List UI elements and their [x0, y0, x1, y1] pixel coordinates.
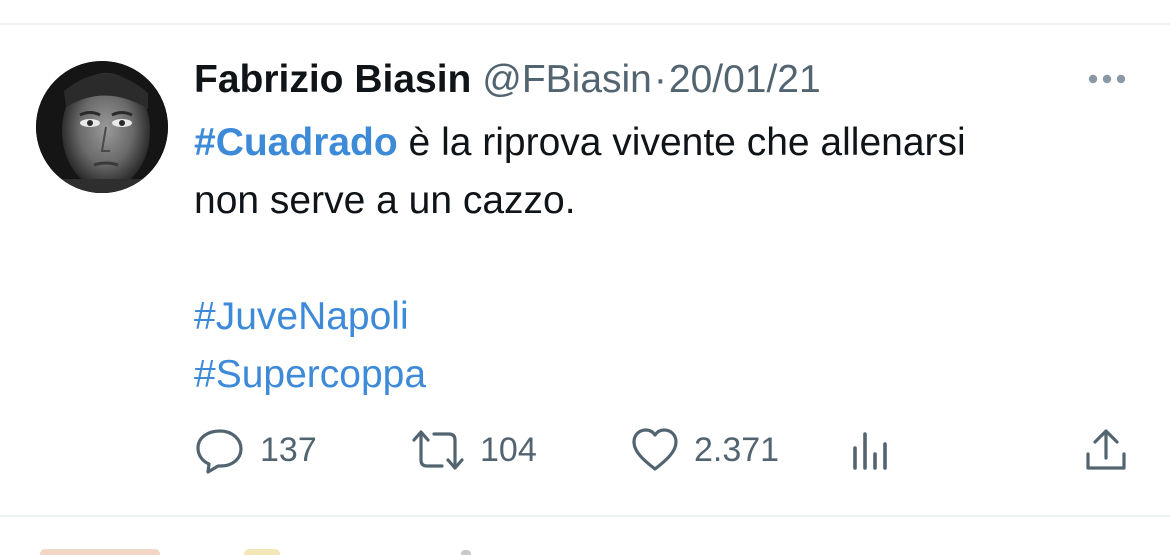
tweet-line-1-text: è la riprova vivente che allenarsi — [397, 121, 966, 164]
retweet-button[interactable]: 104 — [410, 425, 537, 475]
tweet-line-2: non serve a un cazzo. — [194, 179, 576, 222]
avatar[interactable] — [36, 61, 168, 193]
more-options-button[interactable] — [1082, 62, 1132, 96]
retweet-icon — [412, 430, 464, 470]
heart-icon — [632, 428, 678, 471]
reply-button[interactable]: 137 — [194, 425, 317, 475]
tweet-line-hashtag-juvenapoli: #JuveNapoli — [194, 288, 1124, 346]
hashtag-cuadrado[interactable]: #Cuadrado — [194, 121, 398, 164]
more-horizontal-icon — [1088, 74, 1126, 84]
avatar-image — [36, 61, 168, 193]
tweet-page: Fabrizio Biasin @FBiasin·20/01/21 #Cuadr… — [0, 0, 1170, 555]
next-tweet-peek — [40, 549, 160, 555]
next-tweet-peek-icon — [244, 549, 280, 555]
tweet-date[interactable]: 20/01/21 — [669, 58, 821, 101]
reply-icon — [196, 429, 243, 474]
tweet-text: #Cuadrado è la riprova vivente che allen… — [194, 114, 1124, 404]
bottom-divider — [0, 515, 1170, 517]
tweet-header: Fabrizio Biasin @FBiasin·20/01/21 — [194, 52, 821, 108]
tweet-line-hashtag-supercoppa: #Supercoppa — [194, 346, 1124, 404]
reply-count: 137 — [260, 430, 317, 469]
tweet-line-1: #Cuadrado è la riprova vivente che allen… — [194, 114, 1124, 172]
hashtag-supercoppa[interactable]: #Supercoppa — [194, 353, 426, 396]
author-handle[interactable]: @FBiasin — [482, 58, 652, 101]
share-button[interactable] — [1082, 425, 1130, 475]
like-button[interactable]: 2.371 — [630, 425, 779, 475]
hashtag-juvenapoli[interactable]: #JuveNapoli — [194, 295, 409, 338]
header-separator: · — [653, 58, 667, 101]
author-name[interactable]: Fabrizio Biasin — [194, 58, 471, 101]
share-icon — [1086, 429, 1126, 470]
analytics-icon — [853, 432, 887, 470]
views-button[interactable] — [848, 425, 894, 475]
next-tweet-peek-dot — [461, 550, 471, 555]
top-divider — [0, 23, 1170, 25]
retweet-count: 104 — [480, 430, 537, 469]
like-count: 2.371 — [694, 430, 780, 469]
